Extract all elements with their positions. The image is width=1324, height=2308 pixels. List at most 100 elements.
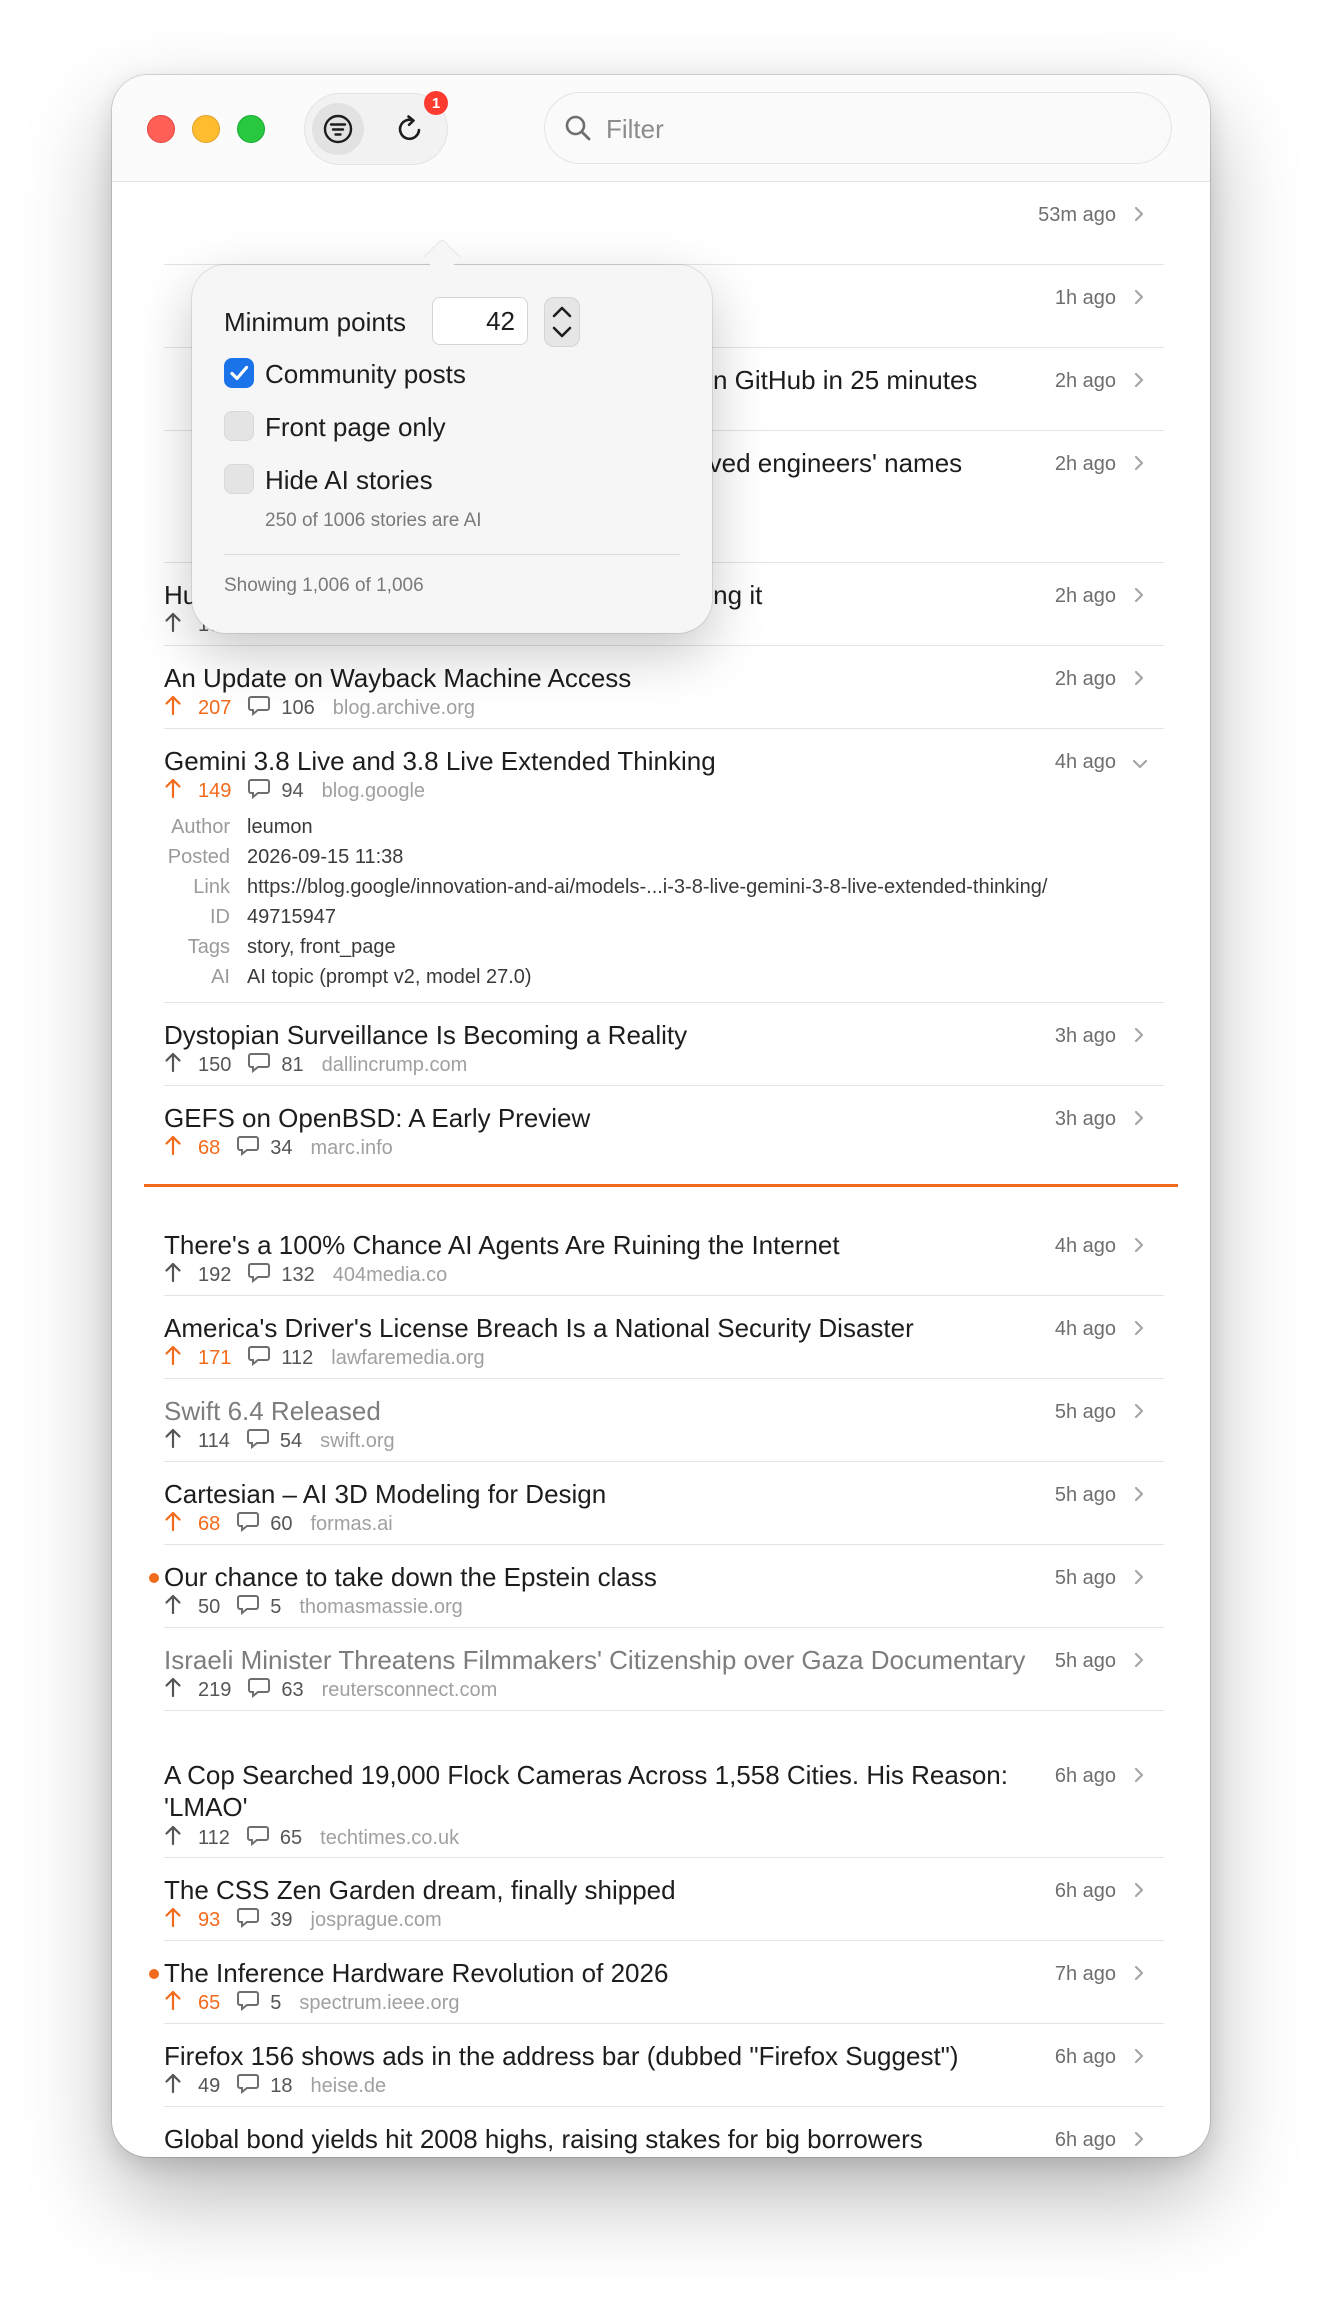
comments-count[interactable]: 63 (281, 1679, 303, 1702)
story-title[interactable]: GEFS on OpenBSD: A Early Preview (164, 1102, 1064, 1134)
story-domain: reutersconnect.com (321, 1678, 498, 1701)
chevron-right-icon[interactable] (1132, 1318, 1146, 1343)
story-row[interactable]: 53m ago (164, 182, 1164, 264)
comments-count[interactable]: 106 (281, 697, 314, 720)
story-title[interactable]: Gemini 3.8 Live and 3.8 Live Extended Th… (164, 745, 1064, 777)
upvote-arrow-icon (164, 611, 182, 639)
points-count: 93 (198, 1908, 221, 1931)
comments-count[interactable]: 18 (270, 2075, 292, 2098)
comments-count[interactable]: 34 (270, 1137, 292, 1160)
story-domain: spectrum.ieee.org (299, 1991, 460, 2014)
comments-count[interactable]: 81 (281, 1054, 303, 1077)
story-meta: 68 34 marc.info (164, 1134, 393, 1162)
comments-count[interactable]: 112 (281, 1347, 313, 1370)
community-posts-checkbox[interactable] (224, 358, 254, 388)
story-time: 6h ago (1054, 1880, 1116, 1902)
front-page-only-checkbox[interactable] (224, 411, 254, 441)
story-title[interactable]: The CSS Zen Garden dream, finally shippe… (164, 1874, 1064, 1906)
filter-options-button[interactable] (312, 103, 364, 155)
refresh-count-badge: 1 (424, 91, 448, 115)
comments-count[interactable]: 5 (270, 1596, 281, 1619)
story-time: 3h ago (1054, 1025, 1116, 1047)
comments-count[interactable]: 60 (270, 1513, 292, 1536)
zoom-window-button[interactable] (237, 115, 265, 143)
story-title[interactable]: Israeli Minister Threatens Filmmakers' C… (164, 1644, 1064, 1676)
titlebar: 1 (112, 75, 1210, 182)
points-count: 114 (198, 1429, 230, 1452)
story-time: 5h ago (1054, 1567, 1116, 1589)
comment-bubble-icon (236, 1134, 260, 1162)
story-meta: 171 112 lawfaremedia.org (164, 1345, 485, 1370)
story-title[interactable]: There's a 100% Chance AI Agents Are Ruin… (164, 1229, 1064, 1261)
chevron-right-icon[interactable] (1132, 1235, 1146, 1260)
filter-input[interactable] (604, 106, 1148, 152)
comments-count[interactable]: 65 (280, 1827, 302, 1850)
chevron-right-icon[interactable] (1132, 1567, 1146, 1592)
points-count: 68 (198, 1512, 221, 1535)
story-title[interactable]: Our chance to take down the Epstein clas… (164, 1561, 1064, 1593)
comments-count[interactable]: 94 (281, 780, 303, 803)
comments-count[interactable]: 39 (270, 1909, 292, 1932)
chevron-down-icon[interactable] (1130, 757, 1150, 776)
chevron-right-icon[interactable] (1132, 204, 1146, 229)
story-meta: 149 94 blog.google (164, 777, 425, 805)
story-time: 3h ago (1054, 1108, 1116, 1130)
story-time: 2h ago (1054, 668, 1116, 690)
search-icon (565, 115, 591, 141)
story-title[interactable]: America's Driver's License Breach Is a N… (164, 1312, 1064, 1344)
detail-key: Author (171, 816, 230, 838)
story-domain: heise.de (310, 2074, 387, 2097)
filter-search-field[interactable] (544, 92, 1172, 164)
upvote-arrow-icon (164, 1051, 182, 1079)
upvote-arrow-icon (164, 1510, 182, 1538)
upvote-arrow-icon (164, 1593, 182, 1621)
points-count: 49 (198, 2074, 221, 2097)
hide-ai-stories-checkbox[interactable] (224, 464, 254, 494)
chevron-right-icon[interactable] (1132, 453, 1146, 478)
chevron-right-icon[interactable] (1132, 2046, 1146, 2071)
close-window-button[interactable] (147, 115, 175, 143)
chevron-right-icon[interactable] (1132, 585, 1146, 610)
story-title[interactable]: A Cop Searched 19,000 Flock Cameras Acro… (164, 1759, 1064, 1823)
comments-count[interactable]: 54 (280, 1430, 302, 1453)
story-time: 6h ago (1054, 2129, 1116, 2151)
story-title[interactable]: Swift 6.4 Released (164, 1395, 1064, 1427)
chevron-right-icon[interactable] (1132, 1880, 1146, 1905)
detail-value[interactable]: https://blog.google/innovation-and-ai/mo… (247, 872, 1047, 902)
chevron-right-icon[interactable] (1132, 1650, 1146, 1675)
chevron-right-icon[interactable] (1132, 1765, 1146, 1790)
chevron-right-icon[interactable] (1132, 2129, 1146, 2154)
story-title[interactable]: Firefox 156 shows ads in the address bar… (164, 2040, 1064, 2072)
minimize-window-button[interactable] (192, 115, 220, 143)
story-time: 4h ago (1054, 751, 1116, 773)
story-title[interactable]: Cartesian – AI 3D Modeling for Design (164, 1478, 1064, 1510)
comments-count[interactable]: 5 (270, 1992, 281, 2015)
upvote-arrow-icon (164, 1427, 182, 1455)
chevron-right-icon[interactable] (1132, 287, 1146, 312)
story-domain: 404media.co (332, 1263, 448, 1286)
story-domain: josprague.com (310, 1908, 442, 1931)
story-title[interactable]: Dystopian Surveillance Is Becoming a Rea… (164, 1019, 1064, 1051)
upvote-arrow-icon (164, 1261, 182, 1289)
chevron-right-icon[interactable] (1132, 370, 1146, 395)
chevron-right-icon[interactable] (1132, 668, 1146, 693)
detail-key: Tags (187, 936, 230, 958)
chevron-right-icon[interactable] (1132, 1025, 1146, 1050)
chevron-right-icon[interactable] (1132, 1108, 1146, 1133)
unread-dot (149, 1969, 159, 1979)
chevron-right-icon[interactable] (1132, 1963, 1146, 1988)
min-points-field[interactable]: 42 (432, 297, 528, 345)
detail-value: 49715947 (247, 906, 336, 928)
story-title[interactable]: The Inference Hardware Revolution of 202… (164, 1957, 1064, 1989)
chevron-right-icon[interactable] (1132, 1401, 1146, 1426)
comments-count[interactable]: 132 (281, 1264, 314, 1287)
comment-bubble-icon (236, 1989, 260, 2017)
comment-bubble-icon (247, 777, 271, 805)
story-title[interactable]: An Update on Wayback Machine Access (164, 662, 1064, 694)
filter-popover: Minimum points 42 Community posts Front … (192, 265, 712, 633)
detail-key: ID (210, 906, 230, 928)
story-title[interactable]: Global bond yields hit 2008 highs, raisi… (164, 2123, 1064, 2155)
min-points-stepper[interactable] (544, 297, 580, 347)
row-separator (164, 1857, 1164, 1858)
chevron-right-icon[interactable] (1132, 1484, 1146, 1509)
